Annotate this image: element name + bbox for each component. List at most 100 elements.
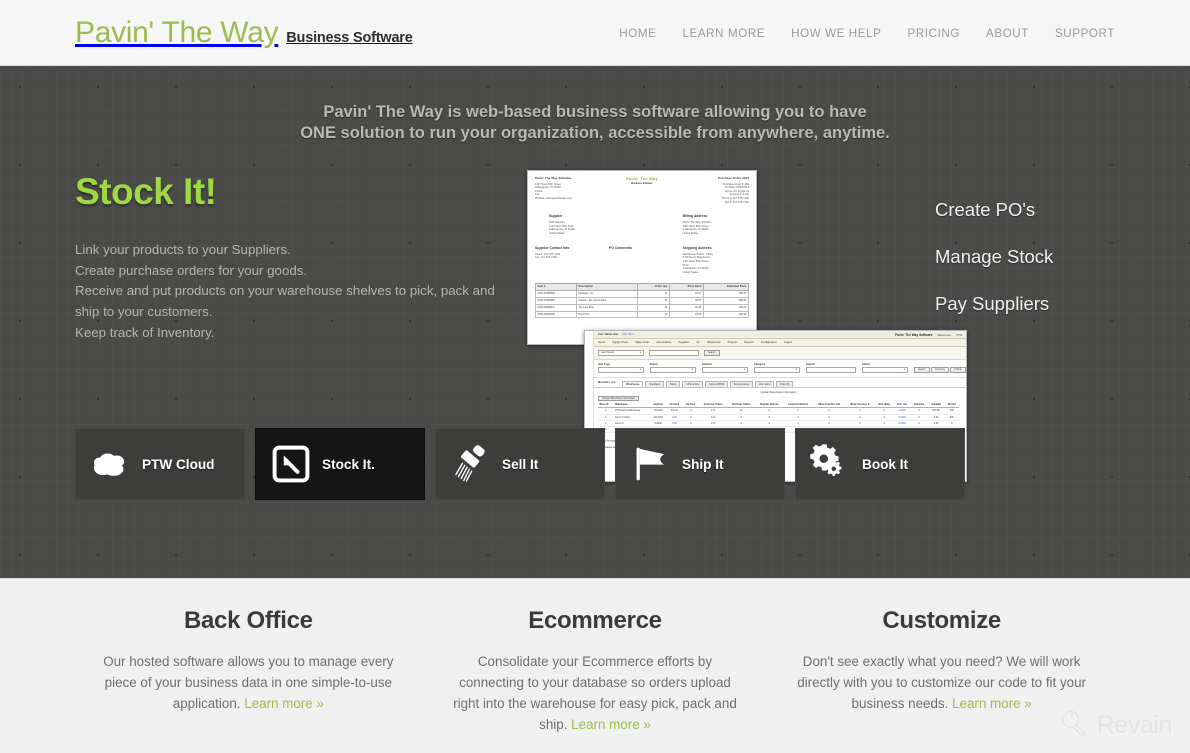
app-search-button[interactable]: Search <box>704 350 720 356</box>
app-filter-category-select[interactable]: ▾ <box>754 367 800 373</box>
benefit-manage-stock: Manage Stock <box>935 246 1054 267</box>
hero-pitch-list: Link your products to your Suppliers. Cr… <box>75 240 505 344</box>
pitch-line: Keep track of Inventory. <box>75 324 215 340</box>
po-company-line: Website: www.pavintheway.com <box>535 196 572 200</box>
po-cell: 20 <box>636 303 670 312</box>
app-tab-like-items[interactable]: Like Items <box>754 380 775 387</box>
app-user-bar: User: Demo User Hide Menu <box>598 333 634 336</box>
po-cell: 182.50 <box>703 310 749 319</box>
feature-body: Our hosted software allows you to manage… <box>101 651 396 714</box>
product-tab-sell-it[interactable]: Sell It <box>435 428 605 500</box>
app-button-inventory[interactable]: Inventory <box>931 367 949 373</box>
page-root: Pavin' The Way Business Software HOME LE… <box>0 0 1190 753</box>
feature-ecommerce: Ecommerce Consolidate your Ecommerce eff… <box>422 607 769 735</box>
chevron-down-icon: ▾ <box>903 368 905 372</box>
app-tab-warehouse[interactable]: Warehouse <box>622 380 644 387</box>
feature-title: Ecommerce <box>528 607 662 634</box>
app-filter-brand-select[interactable]: ▾ <box>650 367 696 373</box>
app-menu-item-logout[interactable]: Logout <box>784 341 792 344</box>
app-tab-notes[interactable]: Notes <box>665 380 681 387</box>
app-tab-upc-kits[interactable]: UPC & Kits <box>682 380 703 387</box>
app-filter-division-select[interactable]: ▾ <box>702 367 748 373</box>
product-tab-book-it[interactable]: Book It <box>795 428 965 500</box>
app-search-bar: Last Viewed ▾ Search <box>585 347 966 360</box>
product-tab-ptw-cloud[interactable]: PTW Cloud <box>75 428 245 500</box>
pitch-line: Link your products to your Suppliers. <box>75 242 291 257</box>
feature-learn-more-link[interactable]: Learn more » <box>571 717 651 732</box>
app-tab-suppliers[interactable]: Suppliers <box>645 380 664 387</box>
po-cell: 15 <box>636 297 670 305</box>
app-warehouse-label: Warehouse: <box>937 333 952 337</box>
po-supplier-heading: Supplier <box>549 214 563 219</box>
nav-item-support[interactable]: SUPPORT <box>1042 21 1115 46</box>
product-tab-label: Book It <box>862 456 909 472</box>
po-logo: Pavin' The Way <box>626 176 658 181</box>
app-action-buttons: . Search Inventory Pricing Excel TXT PDF <box>914 363 966 373</box>
app-grid-band-title: Update Warehouse Information <box>760 390 797 394</box>
app-menu-item-home[interactable]: Home <box>598 341 605 344</box>
app-button-pricing[interactable]: Pricing <box>950 367 966 373</box>
app-filter-item-type-select[interactable]: ▾ <box>598 367 644 373</box>
po-cell: DVD-00929870 <box>535 303 577 312</box>
nav-item-pricing[interactable]: PRICING <box>894 21 973 46</box>
app-menu-item-supply-chain[interactable]: Supply Chain <box>612 341 628 344</box>
po-heading: Purchase Order #263 <box>718 176 749 180</box>
app-tab-costs-bom[interactable]: Costs & BOM <box>704 380 729 387</box>
feature-body-text: Don't see exactly what you need? We will… <box>797 654 1087 711</box>
pitch-line: Create purchase orders for your goods. <box>75 262 308 278</box>
nav-item-how-we-help[interactable]: HOW WE HELP <box>778 21 894 46</box>
product-tab-label: Sell It <box>502 456 539 472</box>
po-cell: Atlantis - the Lost Empire <box>575 297 638 305</box>
benefit-pay-suppliers: Pay Suppliers <box>935 293 1050 314</box>
app-search-input[interactable] <box>649 350 699 356</box>
app-menu-item-configuration[interactable]: Configuration <box>761 341 777 344</box>
feature-learn-more-link[interactable]: Learn more » <box>952 696 1032 711</box>
po-comments-heading: PO Comments <box>608 245 633 250</box>
feature-learn-more-link[interactable]: Learn more » <box>244 696 324 711</box>
site-header: Pavin' The Way Business Software HOME LE… <box>0 0 1190 66</box>
po-cell: 185.70 <box>703 290 749 299</box>
nav-item-home[interactable]: HOME <box>606 21 669 46</box>
app-filter-category: Category ▾ <box>754 363 800 373</box>
screenshot-purchase-order[interactable]: Pavin' The Way Software 1427 West 86th S… <box>527 170 757 345</box>
app-filter-item-type: Item Type ▾ <box>598 363 644 373</box>
app-filter-search: Search <box>806 363 856 373</box>
app-menu-item-warehouse[interactable]: Warehouse <box>707 341 721 344</box>
app-filter-search-input[interactable] <box>806 367 856 373</box>
app-filter-status: Status ▾ <box>862 363 908 373</box>
po-cell: 18.25 <box>668 310 705 319</box>
app-filter-label: Brand <box>650 362 658 366</box>
nav-item-learn-more[interactable]: LEARN MORE <box>669 21 778 46</box>
app-button-search[interactable]: Search <box>914 367 930 373</box>
po-shipping-heading: Shipping Address <box>682 245 712 250</box>
app-menu-item-receivables[interactable]: Receivables <box>657 341 672 344</box>
product-tab-ship-it[interactable]: Ship It <box>615 428 785 500</box>
po-detail-line: Fax #: 317-875-7182 <box>724 200 749 204</box>
app-tab-ecommerce[interactable]: E-Commerce <box>730 380 753 387</box>
app-menu-item-reports[interactable]: Reports <box>744 341 753 344</box>
app-menu-item-payables[interactable]: Payables <box>678 341 689 344</box>
product-tab-stock-it[interactable]: Stock It. <box>255 428 425 500</box>
app-filter-label: Search <box>806 362 815 366</box>
app-menu-item-gl[interactable]: GL <box>696 341 700 344</box>
site-logo[interactable]: Pavin' The Way Business Software <box>75 16 413 50</box>
app-filter-status-select[interactable]: ▾ <box>862 367 908 373</box>
app-tab-files[interactable]: Files (0) <box>776 380 794 387</box>
po-logo-sub: Business Software <box>631 181 653 185</box>
feature-title: Back Office <box>183 607 313 634</box>
po-col-order-qty: Order Qty <box>636 283 670 292</box>
app-filter-division: Division ▾ <box>702 363 748 373</box>
app-search-scope-select[interactable]: Last Viewed ▾ <box>598 350 644 356</box>
app-update-warehouse-button-top[interactable]: Update Warehouse Information <box>598 395 640 402</box>
app-filter-label: Item Type <box>598 362 610 366</box>
po-cell: Pinocchio <box>575 310 638 319</box>
app-menu-item-projects[interactable]: Projects <box>728 341 738 344</box>
gears-icon <box>810 443 852 485</box>
app-hide-menu-link[interactable]: Hide Menu <box>622 333 634 336</box>
po-cell: 10 <box>636 310 670 319</box>
po-cell: DVD-00406940 <box>535 297 577 305</box>
app-warehouse-value: PTW <box>956 333 962 337</box>
nav-item-about[interactable]: ABOUT <box>973 21 1042 46</box>
hero-pitch: Stock It! Link your products to your Sup… <box>75 170 505 344</box>
app-menu-item-sales-chain[interactable]: Sales Chain <box>635 341 650 344</box>
